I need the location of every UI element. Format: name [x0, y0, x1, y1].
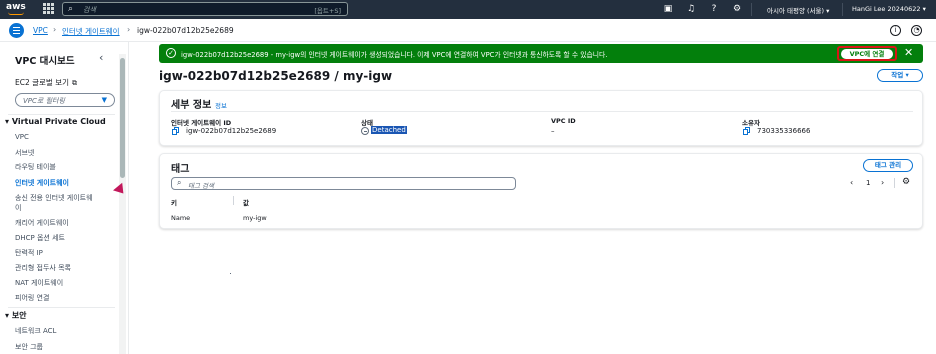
aws-smile-icon — [8, 12, 24, 15]
breadcrumb-internet-gateways[interactable]: 인터넷 게이트웨이 — [62, 26, 120, 37]
igw-id-label: 인터넷 게이트웨이 ID — [171, 119, 232, 127]
tag-search-placeholder: 태그 검색 — [188, 182, 214, 190]
external-link-icon: ⧉ — [72, 79, 78, 87]
ec2-global-view-label: EC2 글로벌 보기 — [15, 78, 70, 87]
vpc-id-label: VPC ID — [551, 117, 576, 125]
copy-icon[interactable] — [743, 127, 750, 135]
sidebar-item-peering-connections[interactable]: 피어링 연결 — [15, 293, 49, 303]
preferences-icon[interactable]: ◔ — [911, 25, 922, 36]
sidebar-item-managed-prefix-lists[interactable]: 관리형 접두사 목록 — [15, 263, 71, 273]
section-title: Virtual Private Cloud — [11, 117, 106, 126]
tags-title: 태그 — [171, 164, 190, 175]
stray-dot — [230, 273, 231, 274]
section-virtual-private-cloud[interactable]: ▾ Virtual Private Cloud — [5, 117, 106, 126]
sidebar: VPC 대시보드 ‹ EC2 글로벌 보기 ⧉ VPC로 필터링 ▼ ▾ Virt… — [0, 42, 129, 354]
stopped-status-icon — [361, 127, 369, 135]
column-header-key[interactable]: 키 — [171, 197, 177, 207]
divider — [8, 307, 115, 308]
details-container: 세부 정보 정보 인터넷 게이트웨이 ID igw-022b07d12b25e2… — [159, 90, 923, 146]
manage-tags-button[interactable]: 태그 관리 — [863, 159, 913, 172]
gear-icon[interactable]: ⚙ — [731, 3, 743, 15]
close-sidebar-icon[interactable]: ‹ — [99, 51, 103, 64]
settings-icon[interactable]: ⚙ — [902, 177, 910, 187]
tag-search-input[interactable]: ⌕ 태그 검색 — [171, 177, 516, 190]
services-grid-icon[interactable] — [43, 3, 55, 15]
breadcrumb-vpc[interactable]: VPC — [33, 26, 48, 35]
info-icon[interactable]: i — [890, 25, 901, 36]
aws-logo[interactable]: aws — [6, 2, 30, 16]
sidebar-item-subnets[interactable]: 서브넷 — [15, 148, 34, 158]
account-label: HanGi Lee 20240622 — [852, 5, 921, 13]
chevron-right-icon: › — [127, 25, 131, 34]
region-label: 아시아 태평양 (서울) — [767, 7, 825, 15]
ec2-global-view-link[interactable]: EC2 글로벌 보기 ⧉ — [15, 77, 77, 88]
sidebar-item-security-groups[interactable]: 보안 그룹 — [15, 342, 43, 352]
chevron-right-icon: › — [53, 25, 57, 34]
info-link[interactable]: 정보 — [215, 100, 227, 110]
sidebar-item-nat-gateways[interactable]: NAT 게이트웨이 — [15, 278, 63, 288]
aws-logo-text: aws — [6, 2, 26, 12]
cloudshell-icon[interactable]: ▣ — [662, 3, 674, 15]
account-menu[interactable]: HanGi Lee 20240622 ▾ — [852, 5, 926, 13]
tag-value-cell: my-igw — [243, 214, 267, 222]
divider — [894, 178, 895, 188]
actions-dropdown-button[interactable]: 작업 ▾ — [877, 69, 923, 82]
close-icon[interactable]: ✕ — [904, 46, 913, 59]
divider — [751, 3, 752, 16]
bell-icon[interactable]: ♫ — [685, 3, 697, 15]
details-title: 세부 정보 — [171, 100, 212, 111]
divider — [8, 114, 115, 115]
breadcrumb-bar: VPC › 인터넷 게이트웨이 › igw-022b07d12b25e2689 … — [0, 19, 936, 42]
global-search-input[interactable]: ⌕ 검색 [옵트+S] — [62, 2, 348, 16]
search-icon: ⌕ — [68, 4, 74, 14]
breadcrumb-current: igw-022b07d12b25e2689 — [137, 26, 234, 35]
previous-page-icon[interactable]: ‹ — [850, 178, 853, 187]
top-navigation: aws ⌕ 검색 [옵트+S] ▣ ♫ ? ⚙ 아시아 태평양 (서울) ▾ H… — [0, 0, 936, 19]
state-value-text: Detached — [371, 126, 407, 134]
search-placeholder: 검색 — [83, 6, 96, 14]
search-icon: ⌕ — [177, 178, 182, 187]
caret-down-icon: ▼ — [101, 96, 107, 104]
sidebar-item-internet-gateways[interactable]: 인터넷 게이트웨이 — [15, 178, 69, 188]
attach-to-vpc-highlight: VPC에 연결 — [837, 46, 897, 61]
owner-label: 소유자 — [742, 119, 760, 127]
sidebar-item-egress-only-igw-wrap[interactable]: 이 — [15, 203, 21, 213]
owner-value: 730335336666 — [757, 127, 811, 135]
region-selector[interactable]: 아시아 태평양 (서울) ▾ — [767, 5, 829, 15]
vpc-filter-placeholder: VPC로 필터링 — [23, 97, 65, 105]
section-security[interactable]: ▾ 보안 — [5, 310, 27, 321]
tags-container: 태그 태그 관리 ⌕ 태그 검색 ‹ 1 › ⚙ 키 값 Name my-igw — [159, 153, 923, 229]
next-page-icon[interactable]: › — [881, 178, 884, 187]
help-icon[interactable]: ? — [708, 3, 720, 15]
menu-toggle-button[interactable] — [9, 23, 24, 38]
sidebar-item-route-tables[interactable]: 라우팅 테이블 — [15, 162, 56, 172]
sidebar-scrollbar-thumb[interactable] — [120, 58, 125, 178]
state-value: Detached — [371, 126, 407, 134]
actions-label: 작업 — [891, 71, 904, 79]
vpc-id-value: – — [551, 127, 555, 135]
sidebar-item-vpc[interactable]: VPC — [15, 133, 29, 141]
sidebar-item-egress-only-igw[interactable]: 송신 전용 인터넷 게이트웨 — [15, 193, 93, 203]
igw-id-value: igw-022b07d12b25e2689 — [186, 127, 277, 135]
search-shortcut-hint: [옵트+S] — [314, 7, 341, 15]
sidebar-item-elastic-ips[interactable]: 탄력적 IP — [15, 248, 43, 258]
sidebar-item-carrier-gateways[interactable]: 캐리어 게이트웨이 — [15, 218, 69, 228]
divider — [842, 3, 843, 16]
section-title: 보안 — [11, 311, 27, 320]
attach-to-vpc-button[interactable]: VPC에 연결 — [841, 49, 893, 59]
page-number[interactable]: 1 — [866, 179, 870, 187]
page-title: igw-022b07d12b25e2689 / my-igw — [159, 69, 393, 83]
tag-key-cell: Name — [171, 214, 191, 222]
copy-icon[interactable] — [172, 127, 179, 135]
vpc-filter-select[interactable]: VPC로 필터링 ▼ — [15, 93, 115, 107]
success-flash-banner: ✓ igw-022b07d12b25e2689 - my-igw의 인터넷 게이… — [159, 44, 923, 63]
column-divider — [233, 196, 234, 205]
column-header-value[interactable]: 값 — [243, 197, 249, 207]
sidebar-item-network-acls[interactable]: 네트워크 ACL — [15, 326, 56, 336]
sidebar-title[interactable]: VPC 대시보드 — [15, 53, 75, 67]
success-check-icon: ✓ — [166, 48, 176, 58]
divider — [171, 111, 913, 112]
sidebar-item-dhcp-option-sets[interactable]: DHCP 옵션 세트 — [15, 233, 65, 243]
flash-message: igw-022b07d12b25e2689 - my-igw의 인터넷 게이트웨… — [181, 51, 608, 59]
